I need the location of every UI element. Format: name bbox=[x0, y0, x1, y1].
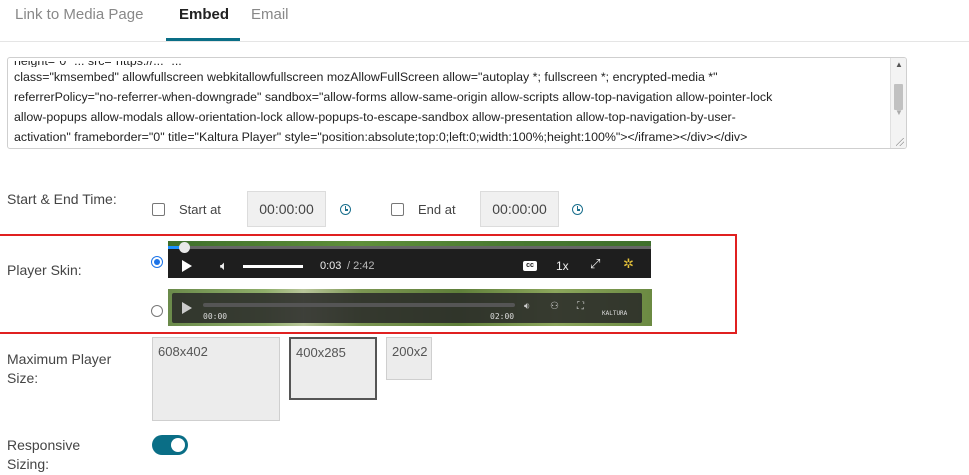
embed-code-line: activation" frameborder="0" title="Kaltu… bbox=[14, 130, 748, 144]
responsive-sizing-toggle[interactable] bbox=[152, 435, 188, 455]
active-tab-indicator bbox=[166, 38, 240, 41]
player-skin-radio-2[interactable] bbox=[151, 305, 163, 317]
tab-email[interactable]: Email bbox=[251, 6, 289, 23]
player-skin-preview-1[interactable]: 🔈︎ 0:03 / 2:42 cc 1x ⤢ ✲ bbox=[168, 241, 651, 278]
play-icon bbox=[182, 260, 192, 272]
end-at-label: End at bbox=[418, 202, 456, 217]
embed-code-line: referrerPolicy="no-referrer-when-downgra… bbox=[14, 90, 773, 104]
size-option-200x2[interactable]: 200x2 bbox=[386, 337, 432, 380]
tab-bar: Link to Media Page Embed Email bbox=[0, 0, 969, 42]
embed-code-text: height="0" ... src="https://..." ... cla… bbox=[14, 61, 886, 147]
size-option-608x402[interactable]: 608x402 bbox=[152, 337, 280, 421]
closed-captions-icon: cc bbox=[523, 261, 537, 271]
clock-icon[interactable] bbox=[572, 204, 583, 215]
end-time-input[interactable]: 00:00:00 bbox=[480, 191, 559, 227]
duration: / 2:42 bbox=[347, 260, 375, 272]
end-at-checkbox[interactable] bbox=[391, 203, 404, 216]
volume-icon: 🔉︎ bbox=[524, 301, 531, 312]
start-at-checkbox[interactable] bbox=[152, 203, 165, 216]
resize-grip-icon[interactable] bbox=[896, 138, 904, 146]
play-icon bbox=[182, 302, 192, 314]
embed-scrollbar[interactable]: ▲ ▼ bbox=[890, 58, 906, 148]
tab-embed[interactable]: Embed bbox=[179, 6, 229, 23]
volume-bar bbox=[243, 265, 303, 268]
progress-track bbox=[168, 246, 651, 249]
size-option-400x285[interactable]: 400x285 bbox=[289, 337, 377, 400]
embed-code-line: class="kmsembed" allowfullscreen webkita… bbox=[14, 70, 718, 84]
current-time: 0:03 bbox=[320, 260, 342, 272]
playback-speed: 1x bbox=[556, 259, 569, 273]
fullscreen-icon: ⛶ bbox=[577, 301, 584, 312]
control-bar: 00:00 02:00 🔉︎ ⚇ ⛶ KALTURA bbox=[172, 293, 642, 323]
volume-icon: 🔈︎ bbox=[220, 258, 228, 273]
time-start: 00:00 bbox=[203, 312, 228, 321]
tab-link-to-media-page[interactable]: Link to Media Page bbox=[15, 6, 143, 23]
time-end: 02:00 bbox=[490, 312, 515, 321]
player-skin-label: Player Skin: bbox=[7, 262, 82, 278]
start-at-label: Start at bbox=[179, 202, 221, 217]
start-end-time-label: Start & End Time: bbox=[7, 191, 117, 207]
start-time-input[interactable]: 00:00:00 bbox=[247, 191, 326, 227]
kaltura-brand: KALTURA bbox=[602, 310, 628, 317]
users-icon: ⚇ bbox=[550, 301, 559, 312]
kaltura-logo-icon: ✲ bbox=[623, 256, 634, 271]
clock-icon[interactable] bbox=[340, 204, 351, 215]
progress-track bbox=[203, 303, 515, 307]
max-player-size-label: Maximum Player Size: bbox=[7, 351, 112, 386]
scrubber-handle bbox=[179, 242, 190, 253]
scroll-down-arrow-icon[interactable]: ▼ bbox=[891, 106, 906, 120]
responsive-sizing-label: Responsive Sizing: bbox=[7, 437, 81, 472]
player-skin-preview-2[interactable]: 00:00 02:00 🔉︎ ⚇ ⛶ KALTURA bbox=[168, 289, 652, 326]
player-skin-radio-1[interactable] bbox=[151, 256, 163, 268]
embed-code-textarea[interactable]: height="0" ... src="https://..." ... cla… bbox=[7, 57, 907, 149]
scroll-up-arrow-icon[interactable]: ▲ bbox=[891, 58, 906, 72]
fullscreen-icon: ⤢ bbox=[590, 256, 601, 271]
embed-code-line: allow-popups allow-modals allow-orientat… bbox=[14, 110, 736, 124]
